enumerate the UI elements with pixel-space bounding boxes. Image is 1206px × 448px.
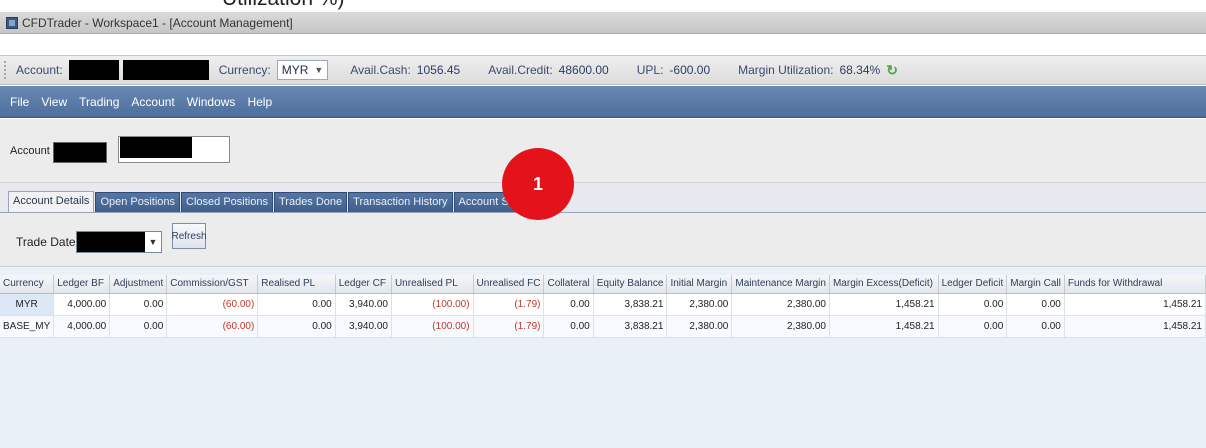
menu-file[interactable]: File	[0, 95, 35, 109]
avail-cash-label: Avail.Cash:	[350, 63, 411, 77]
cell-maintenance-margin: 2,380.00	[731, 315, 830, 338]
cell-ledger-deficit: 0.00	[938, 293, 1008, 316]
cell-unrealised-pl: (100.00)	[391, 293, 474, 316]
cell-collateral: 0.00	[543, 293, 594, 316]
cell-unrealised-pl: (100.00)	[391, 315, 474, 338]
cell-unrealised-fc: (1.79)	[473, 315, 545, 338]
refresh-button[interactable]: Refresh	[172, 223, 207, 249]
filter-row: Trade Date: ▼ Refresh	[0, 213, 1206, 267]
menu-account[interactable]: Account	[125, 95, 180, 109]
cell-initial-margin: 2,380.00	[666, 315, 733, 338]
cell-commission-gst: (60.00)	[166, 293, 259, 316]
toolbar-account-label: Account:	[16, 63, 63, 77]
cell-adjustment: 0.00	[109, 293, 168, 316]
account-selector-row: Account	[0, 119, 1206, 183]
cell-equity-balance: 3,838.21	[593, 293, 668, 316]
menu-bar: File View Trading Account Windows Help	[0, 86, 1206, 118]
redacted-account-name	[122, 60, 209, 80]
table-header-row: Currency Ledger BF Adjustment Commission…	[0, 275, 1206, 294]
cell-funds-for-withdrawal: 1,458.21	[1064, 315, 1206, 338]
redacted-account-id	[68, 60, 119, 80]
cell-maintenance-margin: 2,380.00	[731, 293, 830, 316]
currency-label: Currency:	[218, 63, 271, 77]
cell-margin-call: 0.00	[1006, 293, 1065, 316]
margin-utilization-value: 68.34%	[839, 63, 881, 77]
col-commission-gst[interactable]: Commission/GST	[166, 275, 259, 294]
cell-currency: MYR	[0, 293, 55, 316]
table-row[interactable]: MYR 4,000.00 0.00 (60.00) 0.00 3,940.00 …	[0, 293, 1206, 316]
margin-utilization-label: Margin Utilization:	[738, 63, 834, 77]
upl-label: UPL:	[636, 63, 664, 77]
col-ledger-cf[interactable]: Ledger CF	[335, 275, 392, 294]
refresh-icon[interactable]: ↻	[886, 62, 898, 79]
col-realised-pl[interactable]: Realised PL	[257, 275, 336, 294]
window-titlebar: CFDTrader - Workspace1 - [Account Manage…	[0, 12, 1206, 34]
tab-transaction-history[interactable]: Transaction History	[348, 192, 453, 212]
cell-equity-balance: 3,838.21	[593, 315, 668, 338]
cell-initial-margin: 2,380.00	[666, 293, 733, 316]
col-maintenance-margin[interactable]: Maintenance Margin	[731, 275, 830, 294]
col-ledger-bf[interactable]: Ledger BF	[53, 275, 111, 294]
account-tabs: Account Details Open Positions Closed Po…	[8, 191, 554, 212]
upl-value: -600.00	[669, 63, 711, 77]
col-equity-balance[interactable]: Equity Balance	[593, 275, 668, 294]
menu-view[interactable]: View	[35, 95, 73, 109]
currency-value: MYR	[281, 63, 309, 77]
cell-commission-gst: (60.00)	[166, 315, 259, 338]
col-ledger-deficit[interactable]: Ledger Deficit	[938, 275, 1008, 294]
avail-credit-label: Avail.Credit:	[488, 63, 553, 77]
app-icon	[6, 16, 18, 29]
menu-windows[interactable]: Windows	[181, 95, 242, 109]
account-toolbar: Account: Currency: MYR ▼ Avail.Cash: 105…	[0, 55, 1206, 85]
avail-cash-value: 1056.45	[416, 63, 461, 77]
tab-trades-done[interactable]: Trades Done	[273, 192, 348, 212]
col-adjustment[interactable]: Adjustment	[109, 275, 168, 294]
col-margin-excess[interactable]: Margin Excess(Deficit)	[829, 275, 939, 294]
col-initial-margin[interactable]: Initial Margin	[666, 275, 733, 294]
col-unrealised-pl[interactable]: Unrealised PL	[391, 275, 474, 294]
cell-realised-pl: 0.00	[257, 315, 336, 338]
account-id-field[interactable]	[53, 142, 107, 163]
cell-margin-excess: 1,458.21	[829, 315, 939, 338]
cell-funds-for-withdrawal: 1,458.21	[1064, 293, 1206, 316]
cell-margin-excess: 1,458.21	[829, 293, 939, 316]
col-collateral[interactable]: Collateral	[543, 275, 594, 294]
cell-realised-pl: 0.00	[257, 293, 336, 316]
cell-ledger-bf: 4,000.00	[53, 293, 111, 316]
cell-ledger-cf: 3,940.00	[335, 315, 392, 338]
menu-trading[interactable]: Trading	[73, 95, 125, 109]
cell-ledger-bf: 4,000.00	[53, 315, 111, 338]
account-label: Account	[10, 145, 50, 157]
cell-ledger-deficit: 0.00	[938, 315, 1008, 338]
trade-date-label: Trade Date:	[16, 235, 79, 249]
tab-open-positions[interactable]: Open Positions	[95, 192, 181, 212]
trade-date-select[interactable]: ▼	[76, 231, 162, 253]
menu-help[interactable]: Help	[241, 95, 278, 109]
table-row[interactable]: BASE_MY 4,000.00 0.00 (60.00) 0.00 3,940…	[0, 315, 1206, 338]
col-margin-call[interactable]: Margin Call	[1006, 275, 1065, 294]
col-funds-for-withdrawal[interactable]: Funds for Withdrawal	[1064, 275, 1206, 294]
caption-fragment: Utilization %)	[222, 0, 345, 10]
currency-select[interactable]: MYR ▼	[276, 60, 329, 80]
tab-closed-positions[interactable]: Closed Positions	[181, 192, 273, 212]
avail-credit-value: 48600.00	[558, 63, 609, 77]
tab-account-details[interactable]: Account Details	[8, 191, 95, 212]
cell-ledger-cf: 3,940.00	[335, 293, 392, 316]
chevron-down-icon: ▼	[148, 237, 158, 247]
redacted-trade-date	[77, 232, 145, 252]
redacted-account-name-field	[120, 137, 192, 158]
col-unrealised-fc[interactable]: Unrealised FC	[473, 275, 545, 294]
window-title: CFDTrader - Workspace1 - [Account Manage…	[22, 15, 293, 30]
account-details-grid: Currency Ledger BF Adjustment Commission…	[0, 275, 1206, 338]
account-details-table: Currency Ledger BF Adjustment Commission…	[0, 275, 1206, 338]
cell-currency: BASE_MY	[0, 315, 55, 338]
col-currency[interactable]: Currency	[0, 275, 55, 294]
toolbar-grip[interactable]	[4, 61, 10, 79]
chevron-down-icon: ▼	[314, 65, 324, 75]
cell-margin-call: 0.00	[1006, 315, 1065, 338]
cell-collateral: 0.00	[543, 315, 594, 338]
cell-adjustment: 0.00	[109, 315, 168, 338]
callout-marker: 1	[502, 148, 574, 220]
cell-unrealised-fc: (1.79)	[473, 293, 545, 316]
